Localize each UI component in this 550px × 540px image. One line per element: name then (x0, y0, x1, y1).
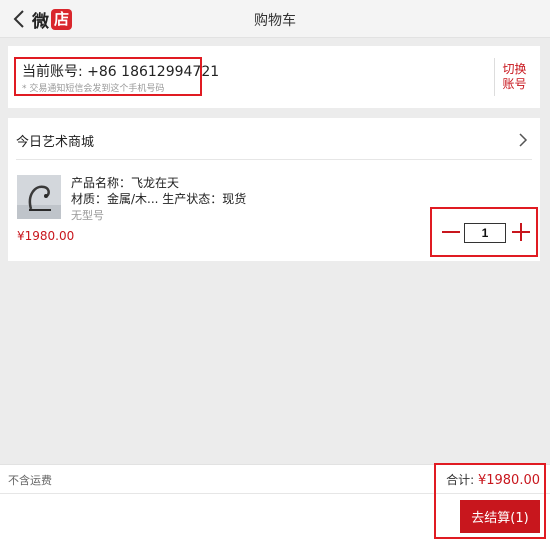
product-model: 无型号 (71, 209, 104, 222)
product-image[interactable] (17, 175, 61, 219)
order-total: 合计: ¥1980.00 (446, 471, 540, 488)
sms-notice: * 交易通知短信会发到这个手机号码 (22, 84, 165, 94)
switch-account-label-line2: 账号 (502, 77, 527, 91)
account-panel: 当前账号: +86 18612994721 * 交易通知短信会发到这个手机号码 … (8, 46, 540, 108)
shop-header[interactable]: 今日艺术商城 (16, 118, 532, 160)
page-title: 购物车 (254, 13, 296, 29)
total-label: 合计: (446, 473, 478, 487)
account-highlight: 当前账号: +86 18612994721 * 交易通知短信会发到这个手机号码 (14, 57, 219, 96)
total-amount: ¥1980.00 (477, 473, 540, 488)
product-price: ¥1980.00 (17, 229, 75, 243)
quantity-input[interactable]: 1 (464, 223, 506, 243)
top-bar: 微 店 购物车 (0, 0, 550, 38)
total-highlight: 合计: ¥1980.00 去结算(1) (434, 463, 546, 539)
shop-name: 今日艺术商城 (16, 135, 95, 150)
shipping-note: 不含运费 (8, 474, 52, 487)
decrease-quantity-button[interactable] (442, 223, 460, 241)
increase-quantity-button[interactable] (512, 223, 530, 241)
switch-account-button[interactable]: 切换 账号 (494, 58, 534, 96)
quantity-stepper: 1 (430, 207, 538, 257)
current-account-label: 当前账号: +86 18612994721 (22, 64, 220, 80)
checkout-button[interactable]: 去结算(1) (460, 500, 540, 533)
chevron-right-icon (519, 132, 528, 147)
product-name[interactable]: 产品名称：飞龙在天 (71, 174, 179, 191)
product-attributes: 材质：金属/木... 生产状态：现货 (71, 192, 247, 206)
switch-account-label-line1: 切换 (502, 62, 527, 76)
